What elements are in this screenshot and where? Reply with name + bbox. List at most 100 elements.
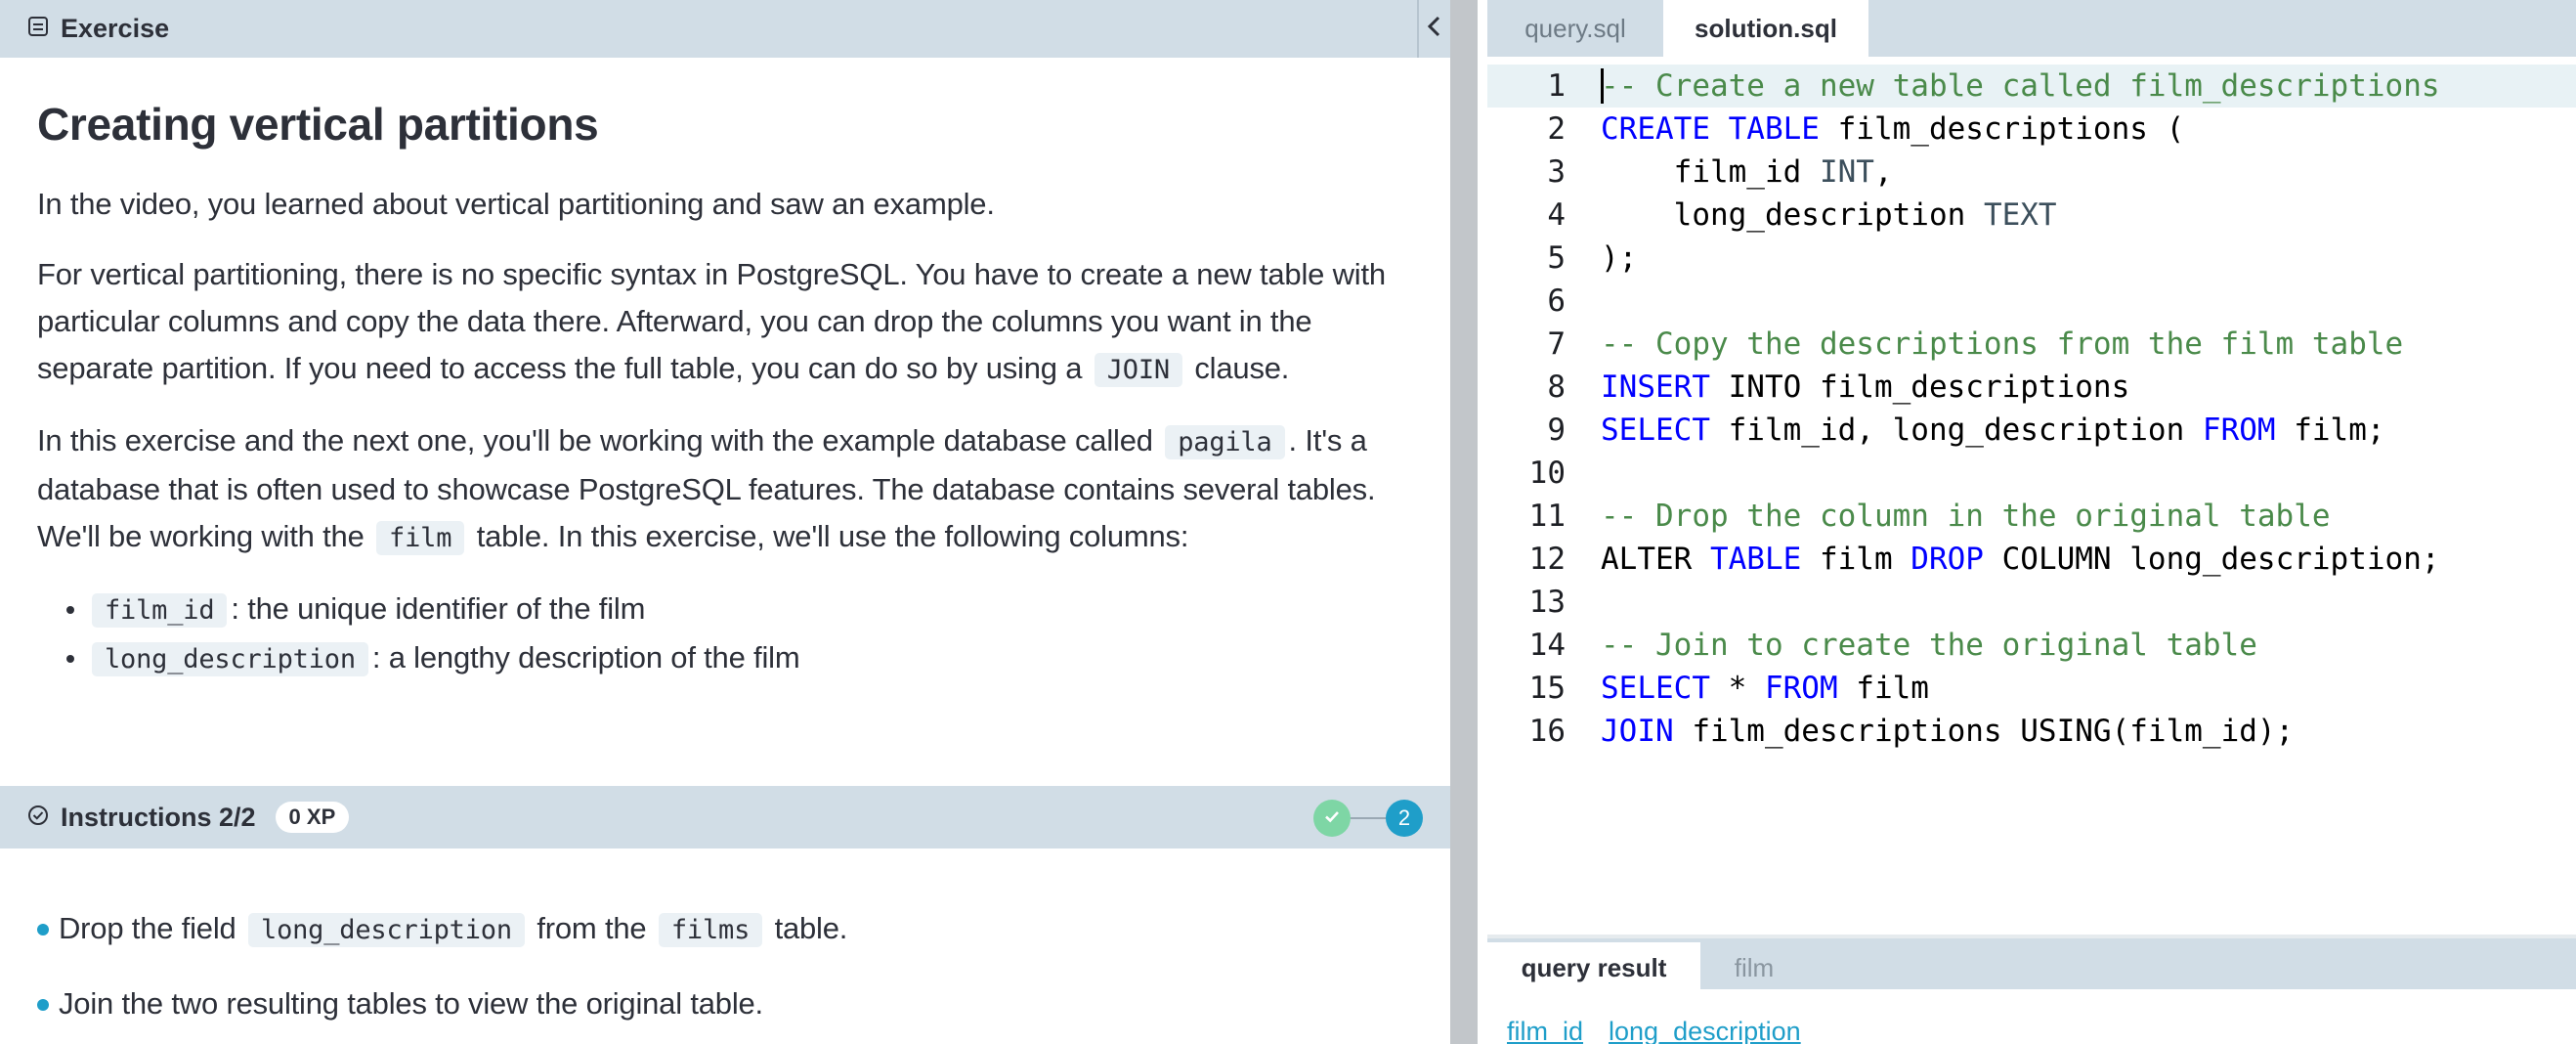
code-text: INSERT INTO film_descriptions [1601, 370, 2130, 405]
inline-code: pagila [1165, 425, 1285, 460]
tab-film[interactable]: film [1700, 942, 1808, 993]
result-column-header[interactable]: long_description [1609, 1017, 1801, 1044]
paragraph-text: In this exercise and the next one, you'l… [37, 423, 1153, 458]
code-line: 16 JOIN film_descriptions USING(film_id); [1487, 710, 2576, 753]
list-item: long_description: a lengthy description … [66, 634, 1415, 683]
code-text: ALTER TABLE film DROP COLUMN long_descri… [1601, 542, 2440, 577]
code-line: 15 SELECT * FROM film [1487, 667, 2576, 710]
tab-solution-sql[interactable]: solution.sql [1663, 0, 1868, 57]
instructions-title: Instructions 2/2 0 XP [27, 798, 350, 837]
code-line: 3 film_id INT, [1487, 151, 2576, 194]
check-circle-icon [27, 803, 49, 833]
step-current[interactable]: 2 [1386, 800, 1423, 837]
result-tabbar: query result film [1487, 935, 2576, 993]
line-number: 15 [1528, 671, 1566, 706]
instructions-label: Instructions 2/2 [61, 802, 256, 832]
code-text: ); [1601, 240, 1638, 276]
code-line: 4 long_description TEXT [1487, 194, 2576, 237]
exercise-paragraph-3: In this exercise and the next one, you'l… [37, 417, 1415, 562]
code-line: 7 -- Copy the descriptions from the film … [1487, 323, 2576, 366]
code-line: 2 CREATE TABLE film_descriptions ( [1487, 108, 2576, 151]
chevron-left-icon [1426, 15, 1443, 43]
exercise-paragraph-2: For vertical partitioning, there is no s… [37, 251, 1415, 394]
code-line: 13 [1487, 581, 2576, 624]
line-number: 5 [1547, 240, 1566, 276]
line-number: 14 [1528, 628, 1566, 663]
document-icon [27, 14, 49, 44]
column-list: film_id: the unique identifier of the fi… [66, 586, 1415, 683]
exercise-title: Exercise [27, 9, 169, 48]
instruction-text: Drop the field [59, 911, 236, 945]
code-text: -- Copy the descriptions from the film t… [1601, 326, 2404, 362]
code-line: 5); [1487, 237, 2576, 280]
line-number: 1 [1547, 68, 1566, 104]
step-connector [1351, 817, 1386, 819]
line-number: 4 [1547, 197, 1566, 233]
exercise-panel: Exercise Creating vertical partitions In… [0, 0, 1450, 1044]
line-number: 11 [1528, 499, 1566, 534]
line-number: 7 [1547, 326, 1566, 362]
exercise-header: Exercise [0, 0, 1450, 58]
text-cursor [1601, 68, 1604, 104]
line-number: 6 [1547, 283, 1566, 319]
code-line: 10 [1487, 452, 2576, 495]
line-number: 12 [1528, 542, 1566, 577]
splitter-edge [1478, 0, 1480, 1044]
paragraph-text: For vertical partitioning, there is no s… [37, 257, 1386, 386]
code-text: SELECT * FROM film [1601, 671, 1929, 706]
step-completed[interactable] [1313, 800, 1351, 837]
instruction-text: from the [537, 911, 647, 945]
code-line: 8 INSERT INTO film_descriptions [1487, 366, 2576, 409]
exercise-paragraph-1: In the video, you learned about vertical… [37, 187, 995, 222]
code-line: 14 -- Join to create the original table [1487, 624, 2576, 667]
paragraph-text: clause. [1194, 351, 1290, 386]
list-item-text: : a lengthy description of the film [371, 640, 800, 675]
inline-code: film [376, 521, 465, 556]
inline-code: film_id [92, 593, 228, 629]
code-line: 6 [1487, 280, 2576, 323]
exercise-label: Exercise [61, 13, 170, 43]
list-item: film_id: the unique identifier of the fi… [66, 586, 1415, 634]
instruction-text: Join the two resulting tables to view th… [59, 986, 763, 1021]
code-text: SELECT film_id, long_description FROM fi… [1601, 413, 2385, 448]
line-number: 8 [1547, 370, 1566, 405]
editor-panel: query.sql solution.sql 1 -- Create a new … [1487, 0, 2576, 1044]
exercise-heading: Creating vertical partitions [37, 99, 599, 150]
code-line: 1 -- Create a new table called film_descr… [1487, 65, 2576, 108]
instructions-header: Instructions 2/2 0 XP 2 [0, 786, 1450, 848]
inline-code: long_description [248, 913, 525, 947]
instruction-text: table. [774, 911, 848, 945]
panel-splitter[interactable] [1450, 0, 1480, 1044]
line-number: 16 [1528, 714, 1566, 749]
result-column-header[interactable]: film_id [1507, 1017, 1583, 1044]
exercise-body: Creating vertical partitions In the vide… [37, 98, 1415, 683]
inline-code: JOIN [1094, 353, 1182, 388]
code-text: -- Join to create the original table [1601, 628, 2257, 663]
line-number: 13 [1528, 585, 1566, 620]
list-item-text: : the unique identifier of the film [231, 591, 646, 627]
editor-tabbar: query.sql solution.sql [1487, 0, 2576, 57]
result-column-headers: film_id long_description [1507, 1017, 1801, 1044]
code-line: 11 -- Drop the column in the original tab… [1487, 495, 2576, 538]
code-text: -- Create a new table called film_descri… [1601, 68, 2440, 104]
tab-query-result[interactable]: query result [1487, 942, 1700, 993]
tab-query-sql[interactable]: query.sql [1487, 0, 1663, 57]
code-text: -- Drop the column in the original table [1601, 499, 2331, 534]
code-line: 12 ALTER TABLE film DROP COLUMN long_desc… [1487, 538, 2576, 581]
line-number: 10 [1528, 456, 1566, 491]
line-number: 9 [1547, 413, 1566, 448]
step-progress: 2 [1313, 800, 1423, 837]
paragraph-text: table. In this exercise, we'll use the f… [476, 519, 1189, 554]
instruction-item: Join the two resulting tables to view th… [37, 980, 1427, 1027]
code-text: CREATE TABLE film_descriptions ( [1601, 111, 2185, 147]
instruction-list: Drop the field long_description from the… [37, 905, 1427, 1044]
line-number: 3 [1547, 154, 1566, 190]
inline-code: films [658, 913, 763, 947]
instruction-item: Drop the field long_description from the… [37, 905, 1427, 954]
code-editor[interactable]: 1 -- Create a new table called film_descr… [1487, 57, 2576, 927]
inline-code: long_description [92, 642, 368, 677]
code-line: 9 SELECT film_id, long_description FROM f… [1487, 409, 2576, 452]
checkmark-icon [1323, 807, 1341, 830]
collapse-panel-button[interactable] [1417, 0, 1450, 58]
code-text: JOIN film_descriptions USING(film_id); [1601, 714, 2295, 749]
